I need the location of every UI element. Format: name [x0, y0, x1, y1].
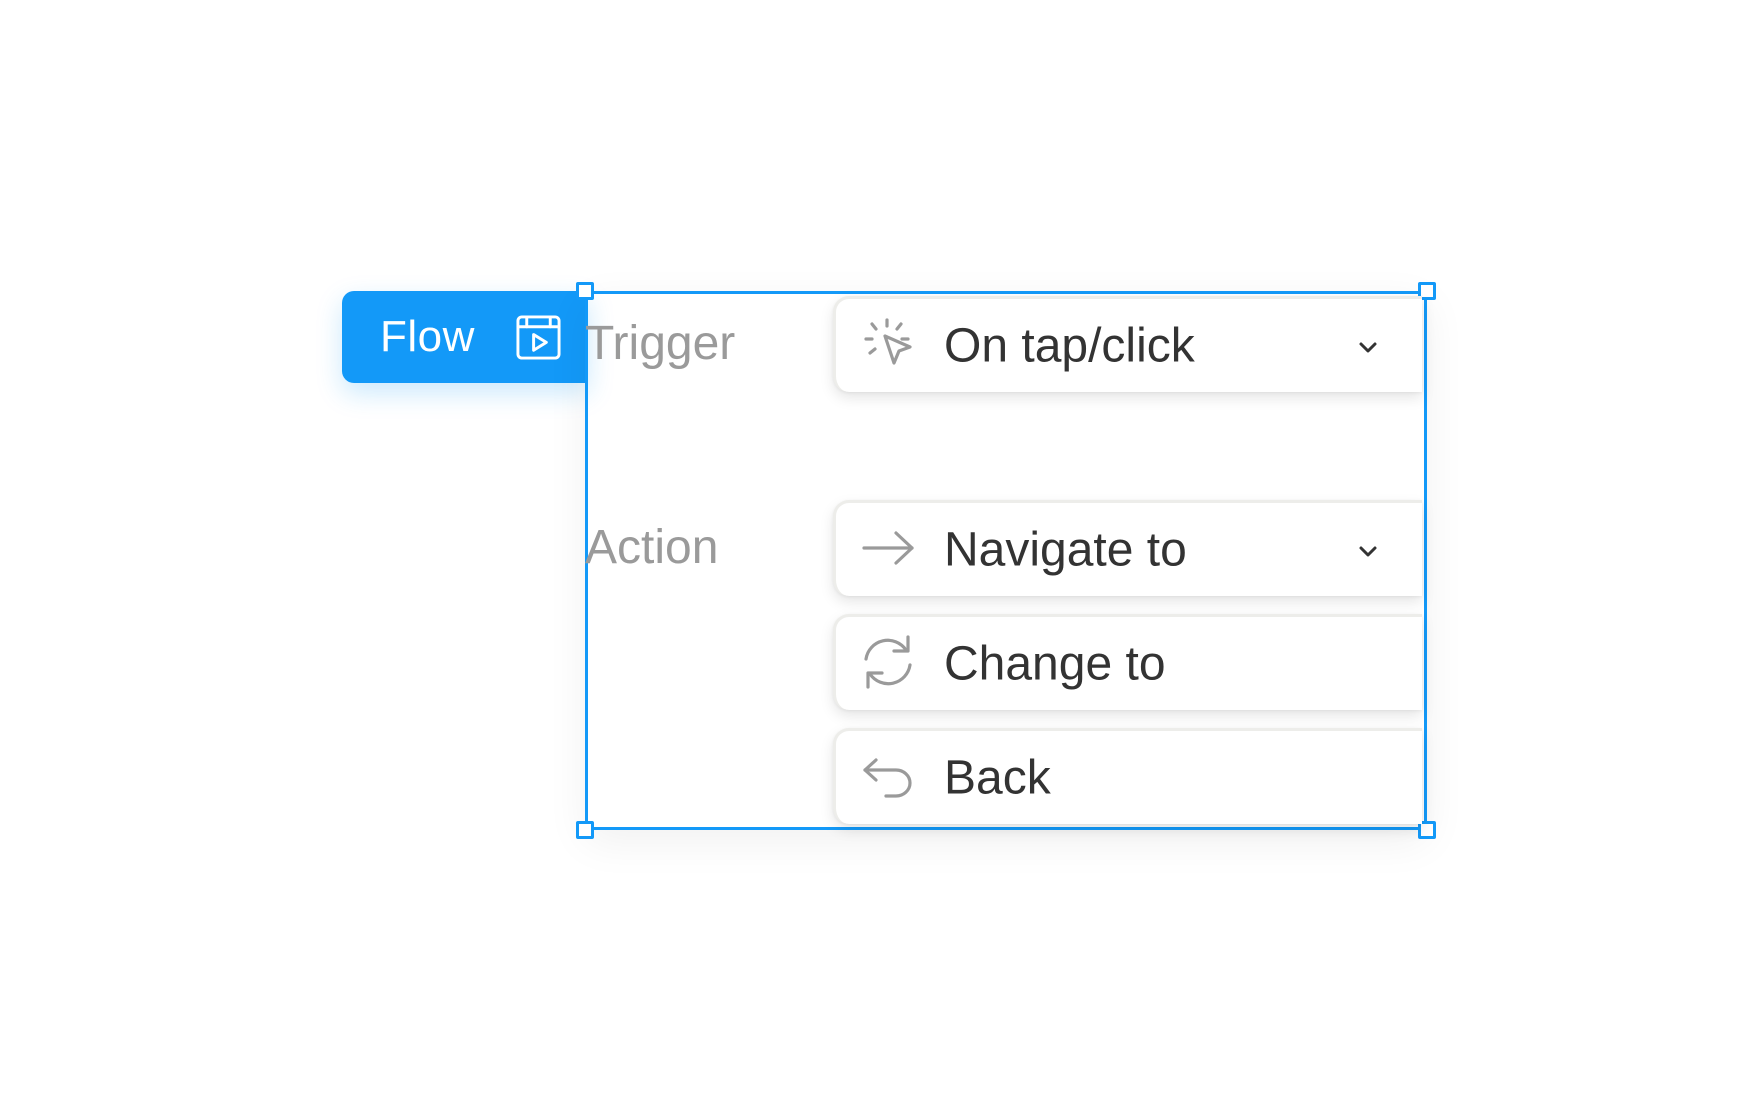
- flow-tag[interactable]: Flow: [342, 291, 588, 383]
- chevron-down-icon[interactable]: [1356, 335, 1380, 359]
- action-option-back[interactable]: Back: [833, 728, 1422, 824]
- resize-handle-top-left[interactable]: [576, 282, 594, 300]
- trigger-select-value: On tap/click: [944, 319, 1195, 372]
- resize-handle-bottom-left[interactable]: [576, 821, 594, 839]
- action-option-change-to[interactable]: Change to: [833, 614, 1422, 710]
- refresh-arrows-icon: [864, 635, 912, 689]
- tap-click-cursor-icon: [864, 318, 912, 365]
- action-select[interactable]: Navigate to: [833, 500, 1422, 596]
- play-window-icon: [516, 315, 561, 360]
- chevron-down-icon[interactable]: [1356, 539, 1380, 563]
- action-option-label: Change to: [944, 637, 1166, 690]
- action-select-value: Navigate to: [944, 523, 1187, 576]
- trigger-label: Trigger: [585, 317, 736, 370]
- action-label: Action: [585, 521, 719, 574]
- flow-tag-label: Flow: [380, 312, 475, 361]
- trigger-select[interactable]: On tap/click: [833, 296, 1422, 392]
- return-arrow-icon: [863, 758, 912, 798]
- action-option-label: Back: [944, 751, 1051, 804]
- arrow-right-icon: [862, 531, 914, 565]
